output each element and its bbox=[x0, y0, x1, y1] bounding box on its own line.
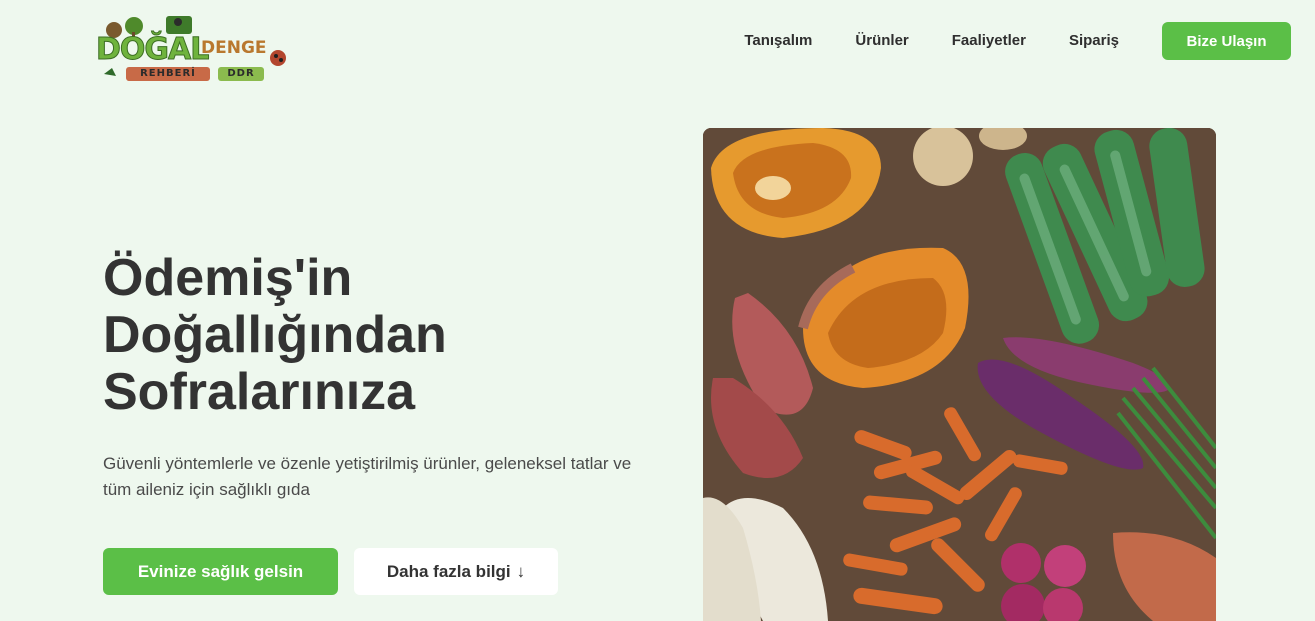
nav-item-tanisalim[interactable]: Tanışalım bbox=[744, 22, 812, 60]
nav-item-urunler[interactable]: Ürünler bbox=[855, 22, 908, 60]
nav-item-siparis[interactable]: Sipariş bbox=[1069, 22, 1119, 60]
site-logo[interactable]: DOĞAL DENGE REHBERİ DDR bbox=[95, 10, 292, 84]
learn-more-label: Daha fazla bilgi bbox=[386, 561, 511, 581]
learn-more-button[interactable]: Daha fazla bilgi ↓ bbox=[354, 548, 558, 595]
hero-title: Ödemiş'in Doğallığından Sofralarınıza bbox=[103, 250, 623, 421]
hero-vegetables-image bbox=[703, 128, 1216, 621]
arrow-down-icon: ↓ bbox=[516, 561, 526, 581]
hero-title-line-2: Doğallığından bbox=[103, 306, 447, 364]
hero-title-line-1: Ödemiş'in bbox=[103, 249, 353, 307]
contact-button[interactable]: Bize Ulaşın bbox=[1162, 22, 1291, 60]
logo-word-dogal: DOĞAL bbox=[95, 32, 209, 68]
logo-word-denge: DENGE bbox=[201, 38, 267, 58]
hero-subtitle: Güvenli yöntemlerle ve özenle yetiştiril… bbox=[103, 454, 632, 499]
hero-title-line-3: Sofralarınıza bbox=[103, 363, 416, 421]
nav-item-faaliyetler[interactable]: Faaliyetler bbox=[952, 22, 1026, 60]
logo-word-rehberi: REHBERİ bbox=[126, 67, 210, 81]
logo-word-ddr: DDR bbox=[218, 67, 264, 81]
vegetables-illustration bbox=[703, 128, 1216, 621]
main-nav: Tanışalım Ürünler Faaliyetler Sipariş Bi… bbox=[744, 22, 1291, 60]
primary-cta-button[interactable]: Evinize sağlık gelsin bbox=[103, 548, 338, 595]
